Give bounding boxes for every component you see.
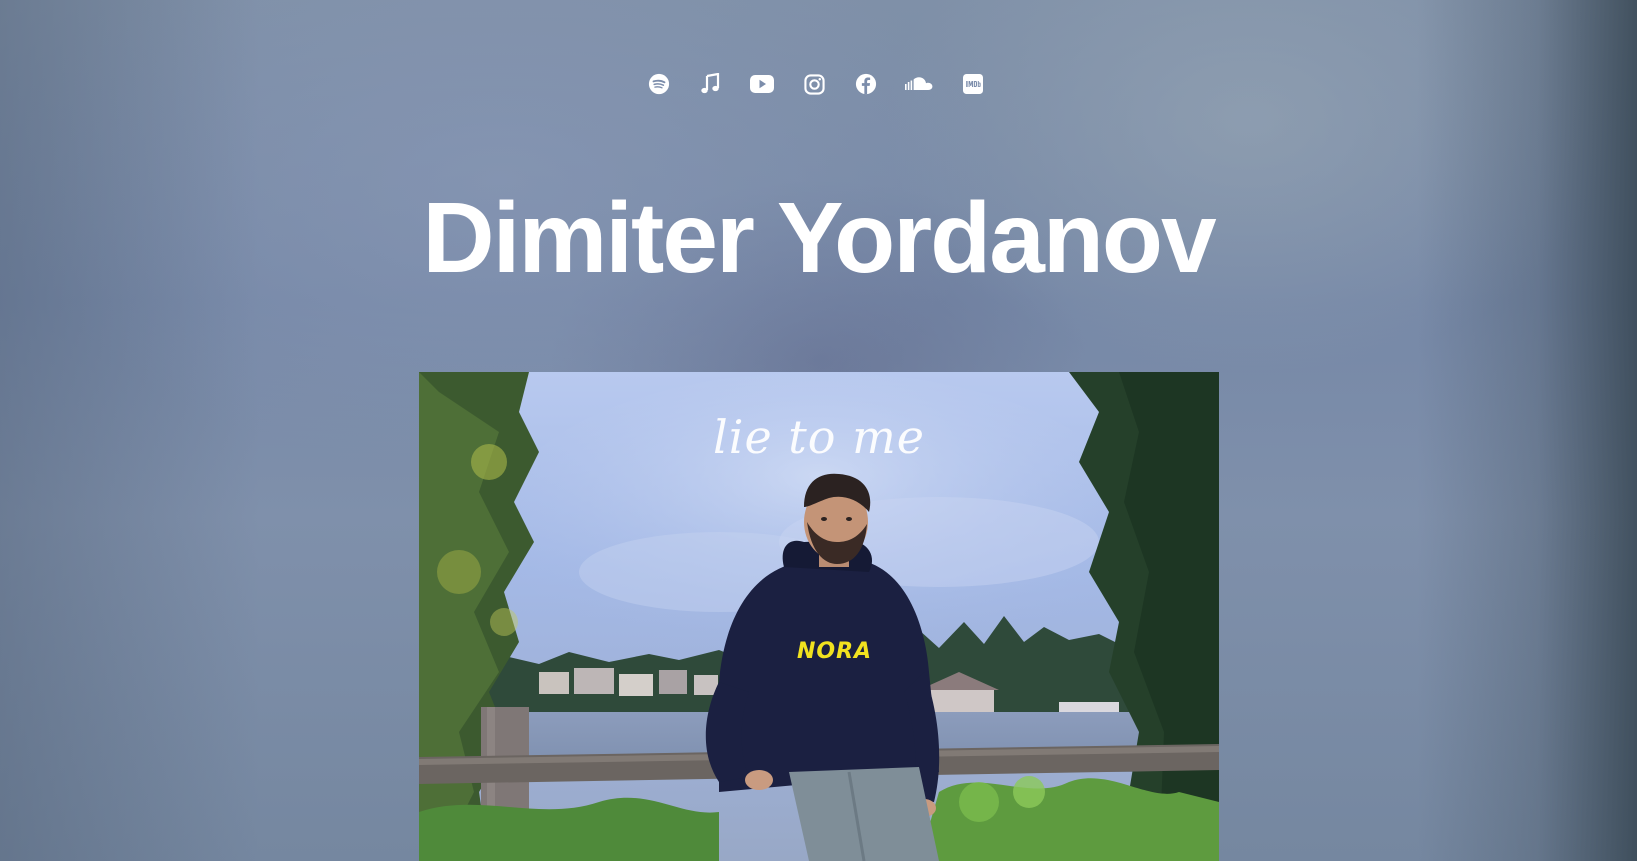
hoodie-logo-text: NORA — [797, 639, 873, 664]
spotify-link[interactable] — [646, 71, 672, 97]
youtube-icon — [750, 75, 774, 93]
background-shade-left — [0, 0, 260, 861]
album-cover-image[interactable]: lie to me NORA — [419, 372, 1219, 861]
apple-music-link[interactable] — [697, 71, 723, 97]
spotify-icon — [648, 73, 670, 95]
music-note-icon — [700, 73, 720, 95]
instagram-link[interactable] — [801, 71, 827, 97]
facebook-link[interactable] — [853, 71, 879, 97]
facebook-icon — [855, 73, 877, 95]
imdb-icon — [963, 74, 983, 94]
soundcloud-link[interactable] — [905, 71, 933, 97]
soundcloud-icon — [905, 76, 933, 92]
imdb-link[interactable] — [960, 71, 986, 97]
youtube-link[interactable] — [749, 71, 775, 97]
instagram-icon — [803, 73, 825, 95]
background-shade-right — [1417, 0, 1637, 861]
artist-name-heading: Dimiter Yordanov — [422, 182, 1216, 294]
album-title-text: lie to me — [713, 410, 925, 464]
